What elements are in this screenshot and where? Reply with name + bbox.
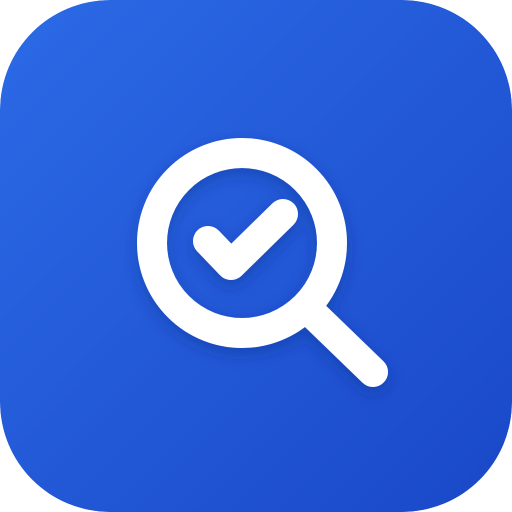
app-icon[interactable] (0, 0, 512, 512)
app-icon-graphic (0, 0, 512, 512)
canvas (0, 0, 512, 512)
